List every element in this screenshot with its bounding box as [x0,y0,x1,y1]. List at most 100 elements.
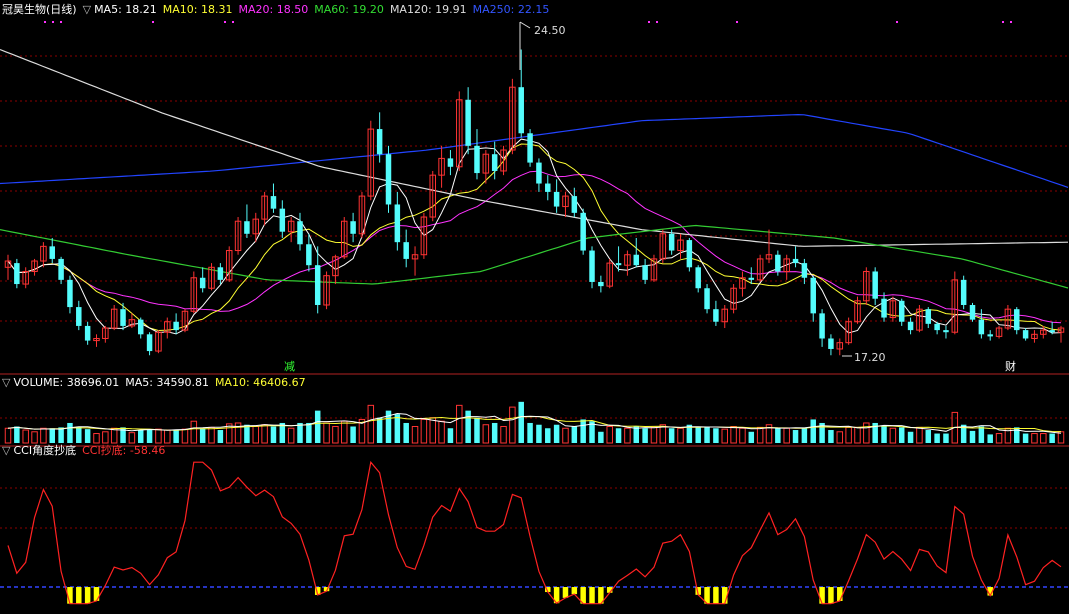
volume-bar-down [987,434,993,443]
volume-bar-up [31,431,38,444]
volume-bar-down [49,428,55,443]
volume-bar-up [287,427,295,444]
candle-body-down [819,313,825,339]
candle-body-down [350,221,356,234]
ma20-line [7,170,1062,324]
cci-signal-bar [571,587,578,595]
cci-signal-bar [84,587,91,604]
cci-signal-bar [819,587,825,604]
volume-bar-down [925,430,932,443]
cci-line [7,460,1062,605]
volume-bar-down [553,424,560,443]
volume-bar-down [704,426,710,443]
cci-signal-bar [562,587,569,598]
volume-bar-up [783,427,790,444]
volume-bar-down [76,426,82,443]
candle-body-down [84,325,91,341]
volume-bar-down [695,427,701,443]
candle-body-down [491,154,498,171]
volume-bar-up [190,420,198,444]
volume-bar-up [916,426,923,444]
marker-dot [1010,21,1012,23]
volume-bar-down [376,417,383,443]
volume-bar-down [306,422,312,443]
volume-bar-up [164,429,171,444]
volume-bar-down [217,430,224,443]
volume-bar-up [677,427,684,444]
volume-bar-down [474,417,480,443]
volume-bar-up [22,429,29,444]
candle-body-down [146,334,153,352]
volume-bar-down [545,428,551,443]
dropdown-icon[interactable]: ▽ [83,3,91,16]
volume-bar-down [633,426,640,443]
marker-dot [232,21,234,23]
volume-bar-down [14,426,20,443]
candle-body-down [270,196,277,209]
volume-bar-up [341,420,348,444]
cci-signal-bar [837,587,843,601]
volume-bar-up [730,425,737,444]
stock-chart: 24.50 17.20 减 财 [0,21,1069,605]
candle-body-down [1014,309,1020,331]
candle-body-down [545,183,551,192]
candle-body-down [598,281,604,287]
candle-body-down [518,87,524,134]
volume-bar-down [571,426,578,443]
volume-bar-down [978,426,985,443]
cci-signal-bar [76,587,82,604]
event-marker-finance[interactable]: 财 [1005,359,1016,373]
candle-body-down [881,298,887,318]
volume-bar-up [40,427,47,444]
candle-body-down [969,304,976,320]
candle-body-down [67,279,73,308]
candle-body-down [474,145,480,174]
candle-body-down [695,267,701,289]
dropdown-icon[interactable]: ▽ [2,444,10,457]
volume-bar-down [84,429,91,443]
volume-bar-down [199,428,206,443]
volume-bars [4,401,1065,444]
stock-title[interactable]: 冠昊生物(日线) [2,3,77,16]
volume-bar-down [934,433,940,443]
volume-bar-down [792,430,799,443]
volume-bar-down [314,410,321,443]
candle-body-down [872,271,878,299]
event-marker-reduce[interactable]: 减 [284,360,295,373]
volume-bar-down [801,428,808,443]
volume-bar-up [456,404,463,444]
cci-signal-bar [589,587,595,604]
candle-body-down [898,300,905,322]
volume-bar-down [615,428,622,443]
main-header: 冠昊生物(日线) ▽ MA5: 18.21 MA10: 18.31 MA20: 18.5… [2,3,555,17]
volume-bar-down [536,424,542,443]
marker-dot [152,21,154,23]
volume-bar-down [881,426,887,443]
candle-body-down [580,212,586,251]
volume-header: ▽ VOLUME: 38696.01 MA5: 34590.81 MA10: 4640… [2,376,312,390]
volume-bar-up [482,424,490,444]
candle-body-down [58,258,64,280]
volume-bar-down [907,431,914,443]
cci-panel [0,460,1069,605]
dropdown-icon[interactable]: ▽ [2,376,10,389]
ma250-line [0,113,1069,188]
candle-body-down [76,307,82,326]
candle-body-down [394,204,401,243]
ma60-line [0,224,1069,289]
volume-bar-down [668,428,675,443]
candle-body-down [775,254,781,272]
high-price-label: 24.50 [534,24,566,37]
volume-bar-up [420,418,428,444]
volume-bar-down [465,410,471,443]
volume-bar-up [1040,433,1047,444]
candle-body-down [403,242,409,259]
volume-bar-up [721,428,728,444]
candle-body-down [527,133,533,163]
cci-signal-bar [828,587,834,604]
volume-bar-up [863,422,870,444]
volume-bar-down [491,422,498,443]
candle-body-down [297,221,303,245]
high-pointer-tick [519,21,531,29]
volume-bar-down [828,430,834,443]
